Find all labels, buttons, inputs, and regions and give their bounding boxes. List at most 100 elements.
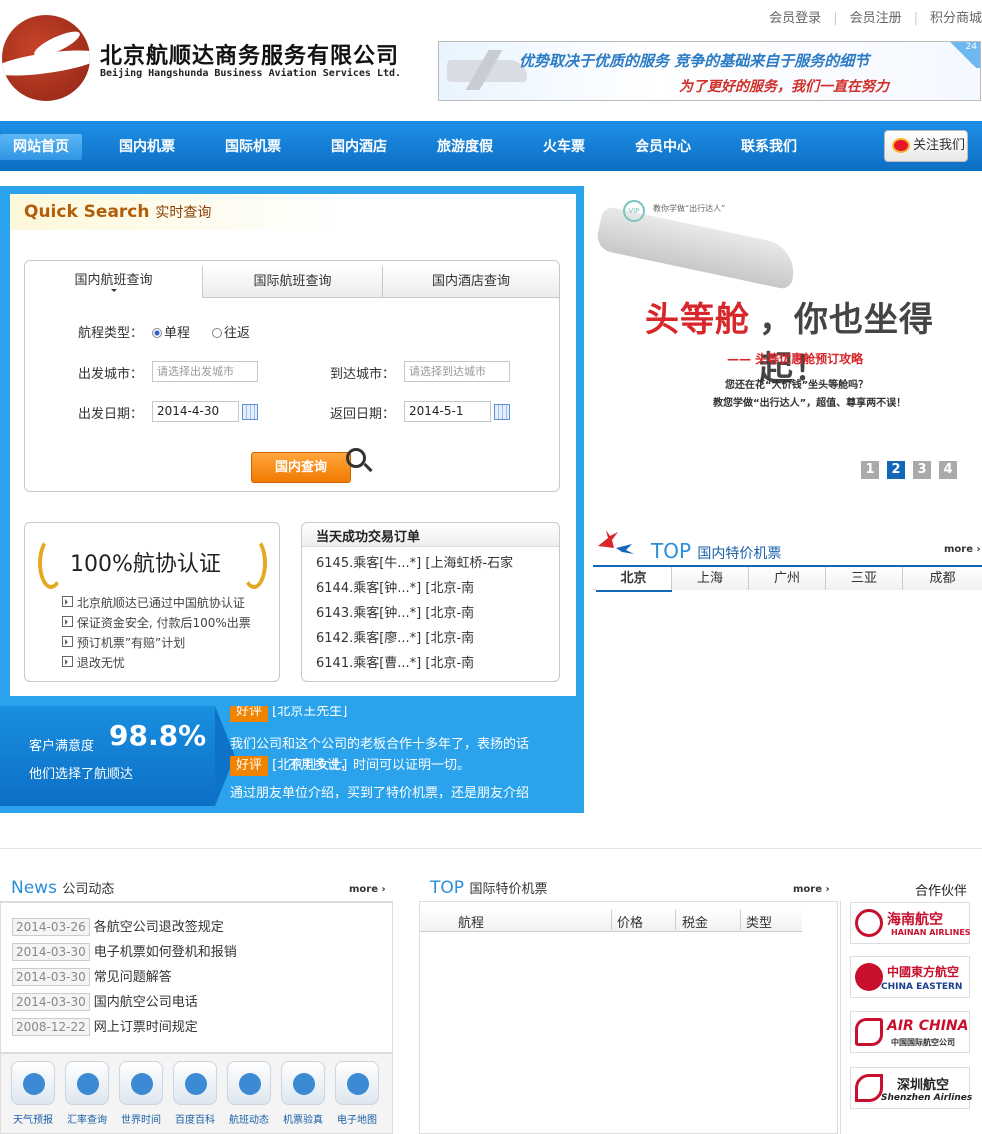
company-logo-icon[interactable] (2, 15, 90, 101)
header-banner-ad[interactable]: 优势取决于优质的服务 竞争的基础来自于服务的细节 为了更好的服务，我们一直在努力… (438, 41, 981, 101)
slide-page-4[interactable]: 4 (939, 461, 957, 479)
top-domestic-more-link[interactable]: more › (944, 544, 981, 555)
cert-item: 预订机票”有赔”计划 (62, 634, 185, 651)
city-tab-chengdu[interactable]: 成都 (903, 567, 982, 590)
radio-checked-icon (152, 328, 162, 338)
nav-domestic-hotels[interactable]: 国内酒店 (331, 134, 387, 160)
promo-headline-red: 头等舱 (645, 300, 750, 340)
banner-badge: 24 (946, 42, 980, 68)
order-row: 6145.乘客[牛...*] [上海虹桥-石家 (316, 556, 514, 571)
city-tab-sanya[interactable]: 三亚 (826, 567, 903, 590)
satisfaction-percent: 98.8% (109, 719, 207, 752)
partners-title: 合作伙伴 (915, 884, 968, 899)
nav-member-center[interactable]: 会员中心 (635, 134, 691, 160)
laurel-left-icon (38, 537, 64, 589)
tool-ticket-verify[interactable]: 机票验真 (280, 1061, 326, 1126)
news-item[interactable]: 2014-03-30 国内航空公司电话 (12, 991, 198, 1011)
map-card-icon (335, 1061, 379, 1105)
from-city-input[interactable]: 请选择出发城市 (152, 361, 258, 382)
money-bag-icon (65, 1061, 109, 1105)
tool-exchange[interactable]: 汇率查询 (64, 1061, 110, 1126)
news-item[interactable]: 2014-03-30 常见问题解答 (12, 966, 172, 986)
tool-weather[interactable]: 天气预报 (10, 1061, 56, 1126)
trip-round-radio[interactable]: 往返 (212, 322, 250, 341)
main-nav: 网站首页 国内机票 国际机票 国内酒店 旅游度假 火车票 会员中心 联系我们 (0, 121, 982, 171)
top-links: 会员登录 | 会员注册 | 积分商城 (769, 11, 982, 26)
company-name-cn: 北京航顺达商务服务有限公司 (100, 44, 400, 69)
partner-hainan[interactable]: 海南航空 HAINAN AIRLINES (850, 902, 971, 944)
member-login-link[interactable]: 会员登录 (769, 11, 821, 26)
city-tab-guangzhou[interactable]: 广州 (749, 567, 826, 590)
tool-map[interactable]: 电子地图 (334, 1061, 380, 1126)
depart-date-input[interactable]: 2014-4-30 (152, 401, 239, 422)
banner-line1: 优势取决于优质的服务 竞争的基础来自于服务的细节 (519, 52, 870, 70)
domestic-search-button[interactable]: 国内查询 (251, 452, 351, 483)
tool-baike[interactable]: 百度百科 (172, 1061, 218, 1126)
order-row: 6144.乘客[钟...*] [北京-南 (316, 581, 475, 596)
news-more-link[interactable]: more › (349, 884, 386, 895)
tool-flight-status[interactable]: 航班动态 (226, 1061, 272, 1126)
tab-domestic-hotel[interactable]: 国内酒店查询 (382, 266, 559, 298)
weibo-icon (892, 138, 910, 153)
slide-page-2[interactable]: 2 (887, 461, 905, 479)
calendar-icon[interactable] (242, 404, 258, 420)
slide-page-1[interactable]: 1 (861, 461, 879, 479)
nav-intl-flights[interactable]: 国际机票 (225, 134, 281, 160)
trip-oneway-radio[interactable]: 单程 (152, 322, 190, 341)
review-text: 不用多说，时间可以证明一切。 (288, 758, 471, 773)
tab-domestic-flight[interactable]: 国内航班查询 (25, 261, 202, 298)
member-register-link[interactable]: 会员注册 (850, 11, 902, 26)
partner-shenzhen[interactable]: 深圳航空 Shenzhen Airlines (850, 1067, 972, 1109)
calendar-icon[interactable] (494, 404, 510, 420)
vip-icon: VIP (623, 200, 645, 222)
news-item[interactable]: 2014-03-30 电子机票如何登机和报销 (12, 941, 237, 961)
order-row: 6142.乘客[廖...*] [北京-南 (316, 631, 475, 646)
radio-unchecked-icon (212, 328, 222, 338)
news-item[interactable]: 2008-12-22 网上订票时间规定 (12, 1016, 198, 1036)
slide-page-3[interactable]: 3 (913, 461, 931, 479)
col-type: 类型 (746, 916, 773, 931)
hainan-logo-icon (855, 909, 883, 937)
company-name-en: Beijing Hangshunda Business Aviation Ser… (100, 68, 402, 79)
top-domestic-title: TOP 国内特价机票 (651, 539, 782, 563)
col-route: 航程 (458, 916, 485, 931)
arrow-right-icon (62, 656, 73, 667)
cert-item: 退改无忧 (62, 654, 125, 671)
review-item: 好评 [北京王先生] (230, 706, 347, 722)
col-price: 价格 (617, 916, 644, 931)
people-icon (173, 1061, 217, 1105)
promo-line1: 您还在花“大价钱”坐头等舱吗？ (725, 380, 869, 391)
reviews-ticker: 好评 [北京王先生] 我们公司和这个公司的老板合作十多年了，表扬的话 好评 [北… (222, 706, 576, 801)
tab-intl-flight[interactable]: 国际航班查询 (202, 266, 382, 298)
news-title: News 公司动态 (11, 878, 115, 898)
return-date-label: 返回日期： (330, 407, 396, 422)
nav-contact[interactable]: 联系我们 (741, 134, 797, 160)
magnifier-icon (346, 448, 366, 468)
cert-item: 保证资金安全, 付款后100%出票 (62, 614, 251, 631)
weather-icon (11, 1061, 55, 1105)
review-badge: 好评 (230, 756, 269, 776)
tool-world-time[interactable]: 世界时间 (118, 1061, 164, 1126)
certification-title: 100%航协认证 (70, 552, 221, 577)
partner-air-china[interactable]: AIR CHINA 中国国际航空公司 (850, 1011, 970, 1053)
nav-trains[interactable]: 火车票 (543, 134, 585, 160)
satisfaction-sub: 他们选择了航顺达 (29, 767, 134, 782)
nav-domestic-flights[interactable]: 国内机票 (119, 134, 175, 160)
return-date-input[interactable]: 2014-5-1 (404, 401, 491, 422)
intl-more-link[interactable]: more › (793, 884, 830, 895)
to-city-input[interactable]: 请选择到达城市 (404, 361, 510, 382)
news-item[interactable]: 2014-03-26 各航空公司退改签规定 (12, 916, 224, 936)
review-text: 我们公司和这个公司的老板合作十多年了，表扬的话 (230, 737, 530, 752)
arrow-right-icon (62, 596, 73, 607)
city-tab-shanghai[interactable]: 上海 (672, 567, 749, 590)
points-mall-link[interactable]: 积分商城 (930, 11, 982, 26)
promo-line2: 教您学做“出行达人”，超值、尊享两不误！ (713, 398, 907, 409)
airplane-icon (447, 60, 527, 82)
city-tab-beijing[interactable]: 北京 (596, 567, 672, 590)
nav-home[interactable]: 网站首页 (0, 134, 82, 160)
nav-travel[interactable]: 旅游度假 (437, 134, 493, 160)
partner-china-eastern[interactable]: 中國東方航空 CHINA EASTERN (850, 956, 970, 998)
depart-date-label: 出发日期： (78, 407, 144, 422)
plane-stars-icon (596, 526, 636, 556)
arrow-right-icon (62, 616, 73, 627)
